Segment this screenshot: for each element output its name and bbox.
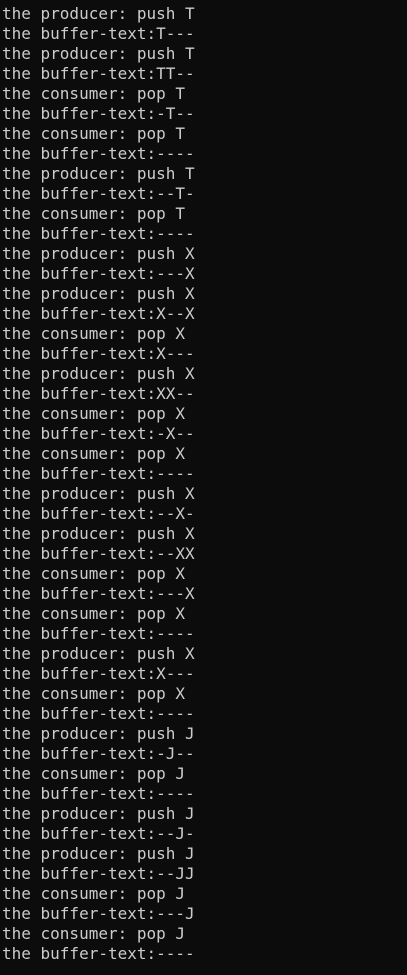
console-line: the producer: push T	[2, 4, 195, 23]
console-line: the buffer-text:-J--	[2, 744, 195, 763]
console-line: the buffer-text:--T-	[2, 184, 195, 203]
console-line: the consumer: pop X	[2, 444, 186, 463]
console-line: the buffer-text:XX--	[2, 384, 195, 403]
console-line: the consumer: pop T	[2, 84, 186, 103]
console-line: the producer: push T	[2, 44, 195, 63]
console-line: the buffer-text:---X	[2, 264, 195, 283]
console-line: the consumer: pop X	[2, 404, 186, 423]
console-line: the buffer-text:TT--	[2, 64, 195, 83]
console-line: the consumer: pop T	[2, 204, 186, 223]
console-line: the buffer-text:---X	[2, 584, 195, 603]
console-line: the consumer: pop X	[2, 604, 186, 623]
console-line: the buffer-text:X---	[2, 664, 195, 683]
console-line: the producer: push J	[2, 804, 195, 823]
console-line: the buffer-text:----	[2, 704, 195, 723]
console-line: the buffer-text:T---	[2, 24, 195, 43]
console-line: the producer: push X	[2, 284, 195, 303]
console-line: the producer: push X	[2, 364, 195, 383]
console-line: the producer: push J	[2, 724, 195, 743]
console-line: the consumer: pop J	[2, 884, 186, 903]
console-line: the consumer: pop X	[2, 324, 186, 343]
console-line: the producer: push X	[2, 484, 195, 503]
console-line: the buffer-text:--J-	[2, 824, 195, 843]
console-line: the producer: push T	[2, 164, 195, 183]
console-line: the buffer-text:--XX	[2, 544, 195, 563]
console-line: the buffer-text:----	[2, 624, 195, 643]
console-line: the buffer-text:----	[2, 464, 195, 483]
console-output: the producer: push T the buffer-text:T--…	[0, 0, 407, 975]
console-line: the consumer: pop X	[2, 564, 186, 583]
console-line: the buffer-text:----	[2, 144, 195, 163]
console-line: the buffer-text:----	[2, 944, 195, 963]
console-line: the buffer-text:----	[2, 224, 195, 243]
console-line: the consumer: pop J	[2, 924, 186, 943]
console-line: the producer: push X	[2, 524, 195, 543]
console-line: the buffer-text:----	[2, 784, 195, 803]
console-line: the buffer-text:X---	[2, 344, 195, 363]
console-line: the buffer-text:X--X	[2, 304, 195, 323]
console-line: the consumer: pop T	[2, 124, 186, 143]
console-line: the consumer: pop J	[2, 764, 186, 783]
console-line: the buffer-text:--JJ	[2, 864, 195, 883]
console-line: the buffer-text:--X-	[2, 504, 195, 523]
console-line: the buffer-text:-X--	[2, 424, 195, 443]
console-line: the producer: push X	[2, 244, 195, 263]
console-line: the buffer-text:---J	[2, 904, 195, 923]
console-line: the producer: push J	[2, 844, 195, 863]
console-line: the consumer: pop X	[2, 684, 186, 703]
console-line: the buffer-text:-T--	[2, 104, 195, 123]
console-line: the producer: push X	[2, 644, 195, 663]
